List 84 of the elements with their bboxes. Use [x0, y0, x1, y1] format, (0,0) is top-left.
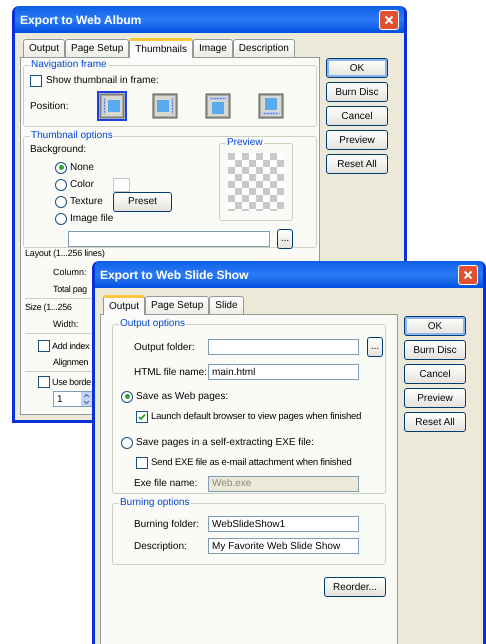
- checkerboard-preview: [228, 153, 284, 211]
- button[interactable]: Preview: [326, 130, 388, 150]
- radio-button[interactable]: [55, 178, 67, 190]
- checkbox[interactable]: [136, 457, 148, 470]
- button[interactable]: OK: [326, 58, 388, 78]
- button[interactable]: Preview: [404, 388, 466, 408]
- radio-button[interactable]: [121, 390, 133, 402]
- group-legend: Output options: [119, 318, 186, 330]
- label: Size (1...256: [25, 302, 72, 313]
- checkbox[interactable]: [136, 411, 148, 424]
- tab[interactable]: Page Setup: [65, 39, 130, 57]
- input-field[interactable]: WebSlideShow1: [208, 516, 359, 532]
- label: HTML file name:: [134, 366, 208, 380]
- input-field[interactable]: [208, 339, 359, 355]
- label: Save as Web pages:: [136, 390, 228, 404]
- label: Show thumbnail in frame:: [46, 74, 159, 88]
- frame-position-button[interactable]: [97, 91, 127, 121]
- label: Width:: [53, 319, 79, 330]
- spinner-arrows-icon: [81, 392, 92, 406]
- button[interactable]: ...: [367, 337, 383, 357]
- close-icon: [463, 270, 473, 280]
- label: Exe file name:: [134, 477, 198, 491]
- button[interactable]: Burn Disc: [404, 340, 466, 360]
- label: Burning folder:: [134, 518, 200, 532]
- label: Color: [70, 178, 95, 192]
- button[interactable]: ...: [277, 229, 293, 249]
- label: Total pag: [53, 284, 87, 295]
- radio-button[interactable]: [121, 436, 133, 449]
- tab[interactable]: Thumbnails: [129, 38, 193, 58]
- tab[interactable]: Page Setup: [145, 296, 210, 314]
- button[interactable]: Cancel: [326, 106, 388, 126]
- tab[interactable]: Output: [103, 295, 146, 315]
- checkbox[interactable]: [30, 74, 42, 86]
- checkbox[interactable]: [38, 376, 50, 388]
- button[interactable]: Preset: [113, 192, 172, 212]
- label: Output folder:: [134, 340, 196, 354]
- button[interactable]: Reorder...: [324, 577, 386, 597]
- radio-button[interactable]: [55, 196, 67, 208]
- button[interactable]: OK: [404, 316, 466, 336]
- label: Texture: [70, 195, 104, 209]
- group-legend: Navigation frame: [30, 59, 108, 71]
- window-title: Export to Web Slide Show: [100, 266, 248, 284]
- input-field[interactable]: My Favorite Web Slide Show: [208, 538, 359, 554]
- label: Position:: [30, 100, 70, 114]
- checkbox[interactable]: [38, 340, 50, 352]
- button[interactable]: Reset All: [326, 154, 388, 174]
- frame-position-button[interactable]: [256, 91, 286, 121]
- label: Layout (1...256 lines): [25, 248, 105, 259]
- close-button[interactable]: [379, 10, 399, 30]
- tab[interactable]: Slide: [209, 296, 244, 314]
- close-icon: [384, 14, 394, 24]
- frame-position-button[interactable]: [203, 91, 233, 121]
- tab[interactable]: Image: [193, 39, 233, 57]
- button[interactable]: Reset All: [404, 412, 466, 432]
- close-button[interactable]: [458, 264, 478, 284]
- input-field[interactable]: [68, 231, 270, 247]
- label: Launch default browser to view pages when finished: [151, 410, 362, 424]
- tab[interactable]: Description: [232, 39, 295, 57]
- label: Background:: [30, 144, 86, 155]
- frame-position-button[interactable]: [150, 91, 180, 121]
- label: Alignmen: [53, 357, 88, 368]
- frame-layout-icon: [152, 93, 178, 119]
- button[interactable]: Burn Disc: [326, 82, 388, 102]
- frame-layout-icon: [99, 93, 125, 119]
- spin-box[interactable]: 1: [53, 391, 93, 407]
- label: Save pages in a self-extracting EXE file:: [136, 436, 314, 450]
- input-field[interactable]: main.html: [208, 364, 359, 380]
- radio-button[interactable]: [55, 212, 67, 224]
- label: Send EXE file as e-mail attachment when finished: [151, 456, 352, 470]
- button[interactable]: Cancel: [404, 364, 466, 384]
- label: Add index: [52, 340, 90, 352]
- spin-value: 1: [57, 392, 63, 406]
- frame-layout-icon: [258, 93, 284, 119]
- label: Column:: [53, 267, 87, 278]
- label: None: [70, 161, 95, 175]
- radio-button[interactable]: [55, 162, 67, 174]
- group-legend: Thumbnail options: [30, 130, 114, 142]
- label: Use borde: [52, 376, 91, 388]
- label: Description:: [134, 540, 188, 554]
- tab[interactable]: Output: [23, 39, 66, 57]
- group-legend: Burning options: [119, 497, 190, 509]
- frame-layout-icon: [205, 93, 231, 119]
- color-swatch[interactable]: [113, 178, 130, 192]
- window-title: Export to Web Album: [20, 12, 142, 28]
